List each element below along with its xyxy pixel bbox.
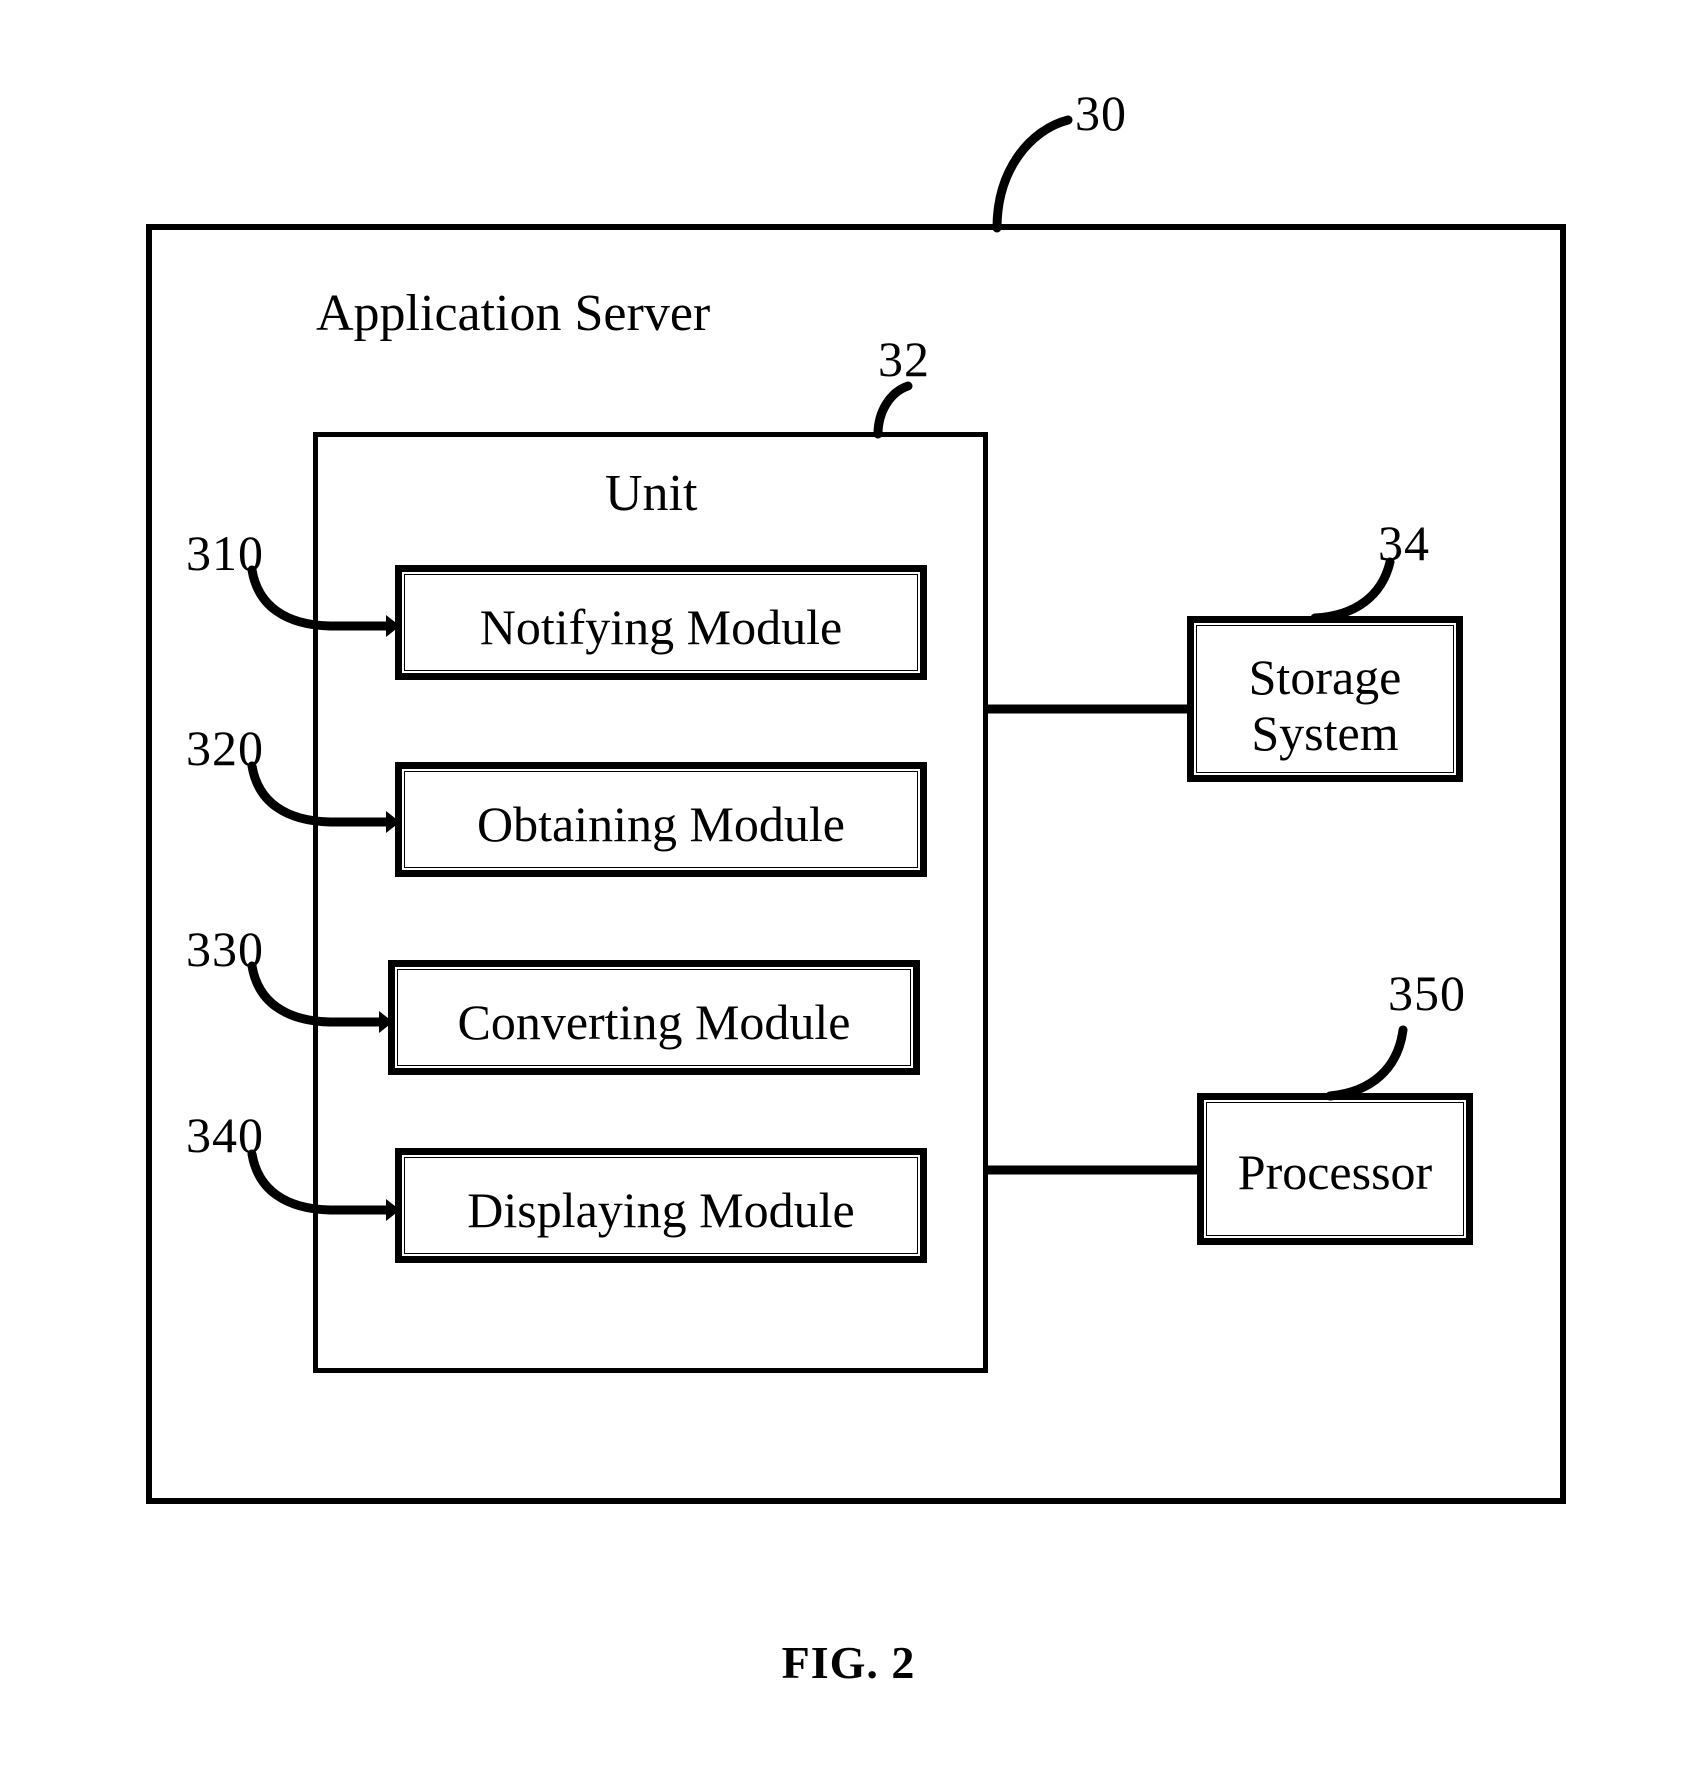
converting-module-box: Converting Module [388, 960, 920, 1075]
patent-figure: 30 Application Server 32 Unit Notifying … [0, 0, 1697, 1777]
processor-box: Processor [1197, 1093, 1473, 1245]
processor-label: Processor [1237, 1144, 1433, 1200]
reference-numeral-350: 350 [1388, 965, 1466, 1021]
reference-numeral-30: 30 [1075, 85, 1127, 141]
notifying-module-label: Notifying Module [479, 599, 843, 655]
unit-title: Unit [605, 465, 698, 522]
reference-numeral-310: 310 [186, 525, 264, 581]
storage-system-box: Storage System [1187, 616, 1463, 782]
converting-module-label: Converting Module [457, 994, 851, 1050]
figure-caption: FIG. 2 [781, 1637, 916, 1688]
reference-numeral-340: 340 [186, 1107, 264, 1163]
reference-numeral-32: 32 [878, 331, 930, 387]
application-server-title: Application Server [316, 285, 711, 342]
displaying-module-box: Displaying Module [395, 1148, 927, 1263]
leader-line-30 [992, 115, 1073, 233]
storage-system-label: Storage System [1248, 649, 1402, 761]
reference-numeral-320: 320 [186, 720, 264, 776]
reference-numeral-330: 330 [186, 921, 264, 977]
displaying-module-label: Displaying Module [467, 1182, 855, 1238]
obtaining-module-label: Obtaining Module [476, 796, 846, 852]
notifying-module-box: Notifying Module [395, 565, 927, 680]
obtaining-module-box: Obtaining Module [395, 762, 927, 877]
reference-numeral-34: 34 [1378, 515, 1430, 571]
